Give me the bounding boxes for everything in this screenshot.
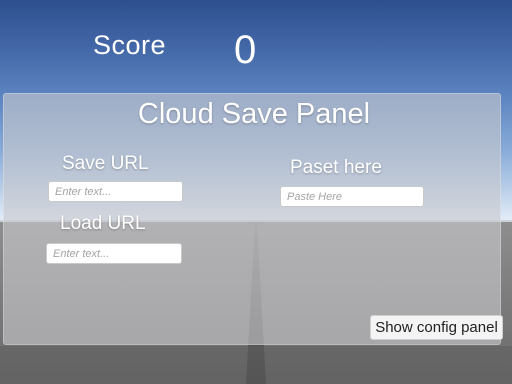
paste-label: Paset here — [290, 157, 382, 178]
floor-edge — [0, 346, 512, 384]
paste-input[interactable] — [280, 186, 424, 207]
load-url-input[interactable] — [46, 243, 182, 264]
load-url-label: Load URL — [60, 213, 146, 234]
save-url-label: Save URL — [62, 153, 149, 174]
save-url-input[interactable] — [48, 181, 183, 202]
score-label: Score — [93, 30, 167, 60]
show-config-panel-button[interactable]: Show config panel — [370, 315, 503, 340]
score-value: 0 — [234, 28, 257, 72]
panel-title: Cloud Save Panel — [137, 98, 371, 130]
